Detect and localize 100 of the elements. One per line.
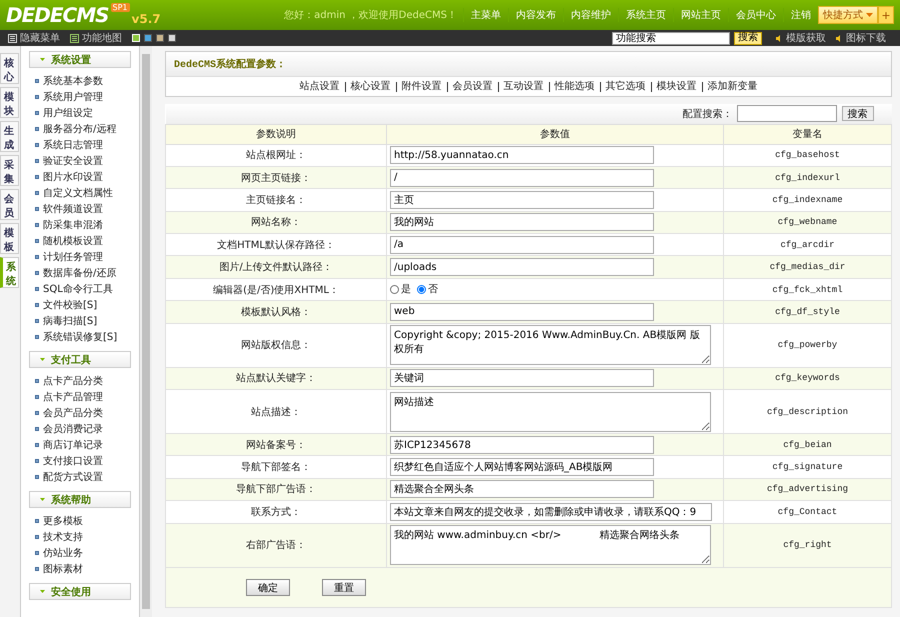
menu-item[interactable]: 会员产品分类 [29, 405, 131, 421]
text-area[interactable]: Copyright &copy; 2015-2016 Www.AdminBuy.Cn. AB模版网 版权所有 [390, 325, 711, 366]
section-header[interactable]: 支付工具 [29, 351, 131, 368]
menu-item[interactable]: 自定义文档属性 [29, 185, 131, 201]
parameter-label: 站点默认关键字： [166, 367, 386, 390]
config-tab[interactable]: 模块设置 [650, 82, 702, 92]
text-field[interactable]: 本站文章来自网友的提交收录，如需删除或申请收录，请联系QQ：9 [390, 502, 712, 521]
search-field[interactable]: 功能搜索 [612, 32, 730, 44]
text-field[interactable]: 主页 [390, 190, 654, 209]
variable-name: cfg_beian [724, 434, 892, 456]
hide-menu-link[interactable]: 隐藏菜单 [8, 31, 60, 45]
config-tab[interactable]: 其它选项 [600, 82, 650, 92]
add-button[interactable]: + [878, 6, 894, 24]
parameter-label: 站点根网址： [166, 144, 386, 166]
parameter-label: 站点描述： [166, 390, 386, 434]
menu-item[interactable]: 数据库备份/还原 [29, 265, 131, 281]
menu-item[interactable]: 系统用户管理 [29, 89, 131, 105]
text-field[interactable]: 我的网站 [390, 213, 654, 232]
search-button[interactable]: 搜索 [734, 32, 762, 44]
side-tab[interactable]: 会员 [0, 189, 19, 220]
menu-item[interactable]: 随机模板设置 [29, 233, 131, 249]
variable-name: cfg_powerby [724, 323, 892, 368]
parameter-label: 导航下部签名： [166, 456, 386, 478]
parameter-label: 网页主页链接： [166, 166, 386, 189]
menu-item[interactable]: SQL命令行工具 [29, 281, 131, 297]
text-field[interactable]: 关键词 [390, 369, 654, 388]
config-tab[interactable]: 核心设置 [344, 82, 396, 92]
menu-item[interactable]: 系统错误修复[S] [29, 329, 131, 345]
text-field[interactable]: /a [390, 236, 654, 254]
scrollbar[interactable] [140, 46, 152, 617]
menu-item[interactable]: 软件频道设置 [29, 201, 131, 217]
text-field[interactable]: http://58.yuannatao.cn [390, 146, 654, 164]
form-button[interactable]: 重置 [322, 578, 366, 596]
menu-item[interactable]: 系统日志管理 [29, 137, 131, 153]
menu-item[interactable]: 图片水印设置 [29, 169, 131, 185]
toolbar-link[interactable]: 模版获取 [776, 31, 826, 45]
menu-item[interactable]: 会员消费记录 [29, 421, 131, 437]
side-tab[interactable]: 系统 [0, 257, 19, 288]
text-field[interactable]: /uploads [390, 258, 654, 276]
list-icon [70, 34, 79, 42]
text-field[interactable]: web [390, 302, 654, 321]
menu-item[interactable]: 验证安全设置 [29, 153, 131, 169]
parameter-label: 联系方式： [166, 500, 386, 524]
menu-item[interactable]: 仿站业务 [29, 545, 131, 561]
side-tab[interactable]: 采集 [0, 155, 19, 186]
menu-item[interactable]: 点卡产品管理 [29, 389, 131, 405]
menu-item[interactable]: 商店订单记录 [29, 437, 131, 453]
menu-item[interactable]: 系统基本参数 [29, 73, 131, 89]
text-area[interactable]: 网站描述 [390, 392, 711, 432]
variable-name: cfg_df_style [724, 300, 892, 324]
config-tab[interactable]: 会员设置 [446, 82, 498, 92]
menu-item[interactable]: 点卡产品分类 [29, 373, 131, 389]
menu-item[interactable]: 配货方式设置 [29, 469, 131, 485]
menu-item[interactable]: 防采集串混淆 [29, 217, 131, 233]
text-field[interactable]: 织梦红色自适应个人网站博客网站源码_AB模版网 [390, 458, 654, 476]
menu-item[interactable]: 图标素材 [29, 561, 131, 577]
shortcut-dropdown[interactable]: 快捷方式 [818, 6, 878, 24]
radio-button[interactable] [417, 284, 426, 294]
toolbar-link[interactable]: 图标下载 [836, 31, 886, 45]
menu-item[interactable]: 计划任务管理 [29, 249, 131, 265]
side-tab[interactable]: 模板 [0, 223, 19, 254]
side-tab[interactable]: 核心 [0, 53, 19, 84]
variable-name: cfg_Contact [724, 500, 892, 524]
parameter-label: 导航下部广告语： [166, 478, 386, 501]
text-area[interactable]: 我的网站 www.adminbuy.cn <br/> 精选聚合网络头条 [390, 525, 711, 566]
config-tab[interactable]: 添加新变量 [702, 82, 762, 92]
form-button[interactable]: 确定 [246, 578, 290, 596]
site-map-link[interactable]: 功能地图 [70, 31, 122, 45]
variable-name: cfg_medias_dir [724, 256, 892, 278]
search-button[interactable]: 搜索 [842, 106, 874, 122]
menu-item[interactable]: 技术支持 [29, 529, 131, 545]
theme-swatch[interactable] [144, 34, 152, 42]
config-tab[interactable]: 性能选项 [548, 82, 600, 92]
variable-name: cfg_description [724, 390, 892, 434]
section-header[interactable]: 安全使用 [29, 583, 131, 600]
text-field[interactable]: 苏ICP12345678 [390, 436, 654, 454]
section-header[interactable]: 系统帮助 [29, 491, 131, 508]
menu-item[interactable]: 用户组设定 [29, 105, 131, 121]
side-tab[interactable]: 生成 [0, 121, 19, 152]
menu-item[interactable]: 病毒扫描[S] [29, 313, 131, 329]
parameter-label: 右部广告语： [166, 523, 386, 568]
menu-item[interactable]: 服务器分布/远程 [29, 121, 131, 137]
radio-button[interactable] [390, 284, 399, 294]
menu-item[interactable]: 更多模板 [29, 513, 131, 529]
variable-name: cfg_basehost [724, 144, 892, 166]
theme-swatch[interactable] [156, 34, 164, 42]
config-search-field[interactable] [736, 105, 836, 122]
column-header: 参数值 [386, 124, 724, 144]
side-tab[interactable]: 模块 [0, 87, 19, 118]
menu-item[interactable]: 文件校验[S] [29, 297, 131, 313]
config-tab[interactable]: 互动设置 [498, 82, 548, 92]
radio-label: 是 [401, 283, 411, 296]
parameter-label: 编辑器(是/否)使用XHTML： [166, 278, 386, 301]
theme-swatch[interactable] [168, 34, 176, 42]
menu-item[interactable]: 支付接口设置 [29, 453, 131, 469]
config-tab[interactable]: 附件设置 [396, 82, 446, 92]
text-field[interactable]: 精选聚合全网头条 [390, 480, 654, 498]
text-field[interactable]: / [390, 168, 654, 187]
config-tab[interactable]: 站点设置 [294, 82, 344, 92]
section-header[interactable]: 系统设置 [29, 51, 131, 68]
